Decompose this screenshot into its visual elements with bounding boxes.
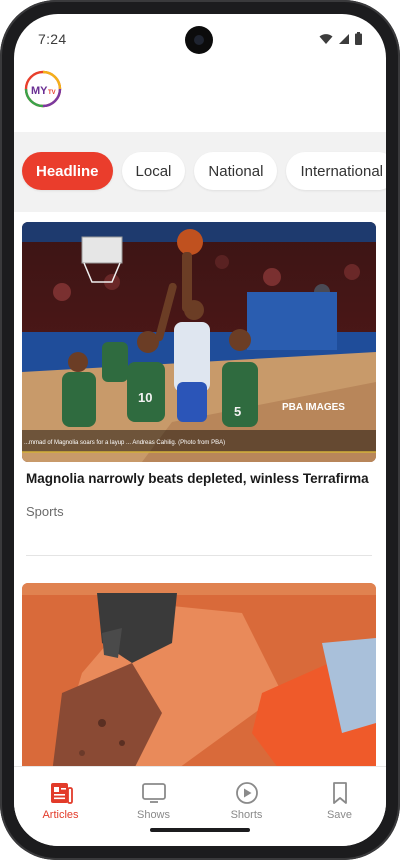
photo-caption: ...mmad of Magnolia soars for a layup ..… xyxy=(24,440,225,446)
article-card[interactable] xyxy=(22,583,376,766)
status-bar: 7:24 xyxy=(14,14,386,66)
nav-articles[interactable]: Articles xyxy=(14,767,107,846)
article-category: Sports xyxy=(26,504,64,520)
nav-label-save: Save xyxy=(326,809,353,821)
chip-international[interactable]: International xyxy=(286,152,386,190)
category-chips: Headline Local National International xyxy=(22,152,386,190)
article-title[interactable]: Magnolia narrowly beats depleted, winles… xyxy=(22,470,376,488)
status-time: 7:24 xyxy=(38,31,67,47)
category-chip-bar: Headline Local National International xyxy=(14,132,386,212)
nav-label-shows: Shows xyxy=(136,809,171,821)
phone-frame: 7:24 MY TV Headline Local National Inter… xyxy=(0,0,400,860)
nav-label-shorts: Shorts xyxy=(230,809,263,821)
mytv-logo[interactable]: MY TV xyxy=(24,70,62,108)
article-card[interactable]: 10 5 PBA IMAGES ...mmad of Magnolia soar… xyxy=(22,222,376,519)
articles-icon xyxy=(50,783,73,804)
chip-local[interactable]: Local xyxy=(121,152,186,190)
chip-headline[interactable]: Headline xyxy=(22,152,113,190)
clay-photo[interactable] xyxy=(22,583,376,766)
jersey-number: 5 xyxy=(234,404,241,419)
nav-shorts[interactable]: Shorts xyxy=(200,767,293,846)
home-indicator[interactable] xyxy=(150,828,250,832)
jersey-number: 10 xyxy=(138,390,152,405)
status-icons xyxy=(319,32,362,45)
app-screen: 7:24 MY TV Headline Local National Inter… xyxy=(14,14,386,846)
play-circle-icon xyxy=(235,782,258,804)
bookmark-icon xyxy=(332,782,347,804)
svg-text:TV: TV xyxy=(48,90,56,96)
article-feed[interactable]: 10 5 PBA IMAGES ...mmad of Magnolia soar… xyxy=(14,212,386,766)
cell-signal-icon xyxy=(339,33,349,44)
svg-text:MY: MY xyxy=(31,85,48,97)
photo-watermark: PBA IMAGES xyxy=(282,402,345,413)
basketball-photo[interactable]: 10 5 PBA IMAGES ...mmad of Magnolia soar… xyxy=(22,222,376,462)
feed-divider xyxy=(26,555,372,556)
nav-label-articles: Articles xyxy=(42,809,79,821)
bottom-navigation: Articles Shows Shorts Save xyxy=(14,766,386,846)
nav-shows[interactable]: Shows xyxy=(107,767,200,846)
app-header: MY TV xyxy=(14,66,386,132)
battery-icon xyxy=(355,32,362,45)
nav-save[interactable]: Save xyxy=(293,767,386,846)
wifi-icon xyxy=(319,33,333,44)
chip-national[interactable]: National xyxy=(194,152,278,190)
tv-icon xyxy=(141,783,166,803)
front-camera xyxy=(185,26,213,54)
